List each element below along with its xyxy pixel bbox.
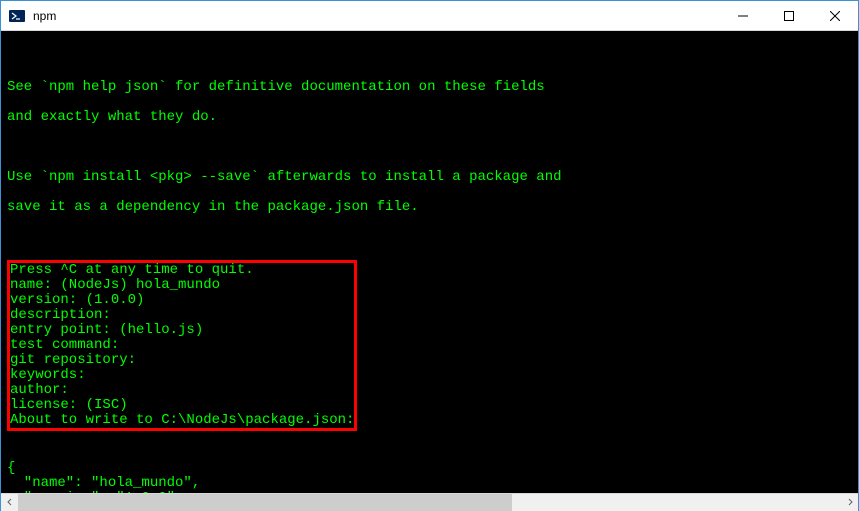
prompt-git-repository: git repository: (10, 353, 354, 368)
window-title: npm (33, 9, 56, 23)
scrollbar-track[interactable] (18, 494, 841, 511)
terminal-line (7, 230, 854, 245)
scrollbar-thumb[interactable] (18, 494, 512, 511)
maximize-button[interactable] (766, 1, 812, 31)
horizontal-scrollbar[interactable] (1, 493, 858, 510)
window-controls (720, 1, 858, 31)
prompt-about-to-write: About to write to C:\NodeJs\package.json… (10, 413, 354, 428)
scroll-right-button[interactable] (841, 494, 858, 511)
terminal-output[interactable]: See `npm help json` for definitive docum… (1, 31, 858, 493)
json-preview: { "name": "hola_mundo", "version": "1.0.… (7, 461, 854, 493)
titlebar[interactable]: npm (1, 1, 858, 31)
terminal-line (7, 431, 854, 446)
terminal-line: save it as a dependency in the package.j… (7, 200, 854, 215)
prompt-version: version: (1.0.0) (10, 293, 354, 308)
powershell-icon (9, 8, 25, 24)
highlighted-prompts-box: Press ^C at any time to quit.name: (Node… (7, 260, 357, 431)
prompt-description: description: (10, 308, 354, 323)
terminal-line (7, 50, 854, 65)
prompt-name: name: (NodeJs) hola_mundo (10, 278, 354, 293)
prompt-license: license: (ISC) (10, 398, 354, 413)
prompt-quit: Press ^C at any time to quit. (10, 263, 354, 278)
prompt-test-command: test command: (10, 338, 354, 353)
close-button[interactable] (812, 1, 858, 31)
prompt-author: author: (10, 383, 354, 398)
prompt-entry-point: entry point: (hello.js) (10, 323, 354, 338)
scroll-left-button[interactable] (1, 494, 18, 511)
terminal-line: Use `npm install <pkg> --save` afterward… (7, 170, 854, 185)
terminal-line: and exactly what they do. (7, 110, 854, 125)
minimize-button[interactable] (720, 1, 766, 31)
prompt-keywords: keywords: (10, 368, 354, 383)
terminal-line: See `npm help json` for definitive docum… (7, 80, 854, 95)
terminal-line (7, 140, 854, 155)
